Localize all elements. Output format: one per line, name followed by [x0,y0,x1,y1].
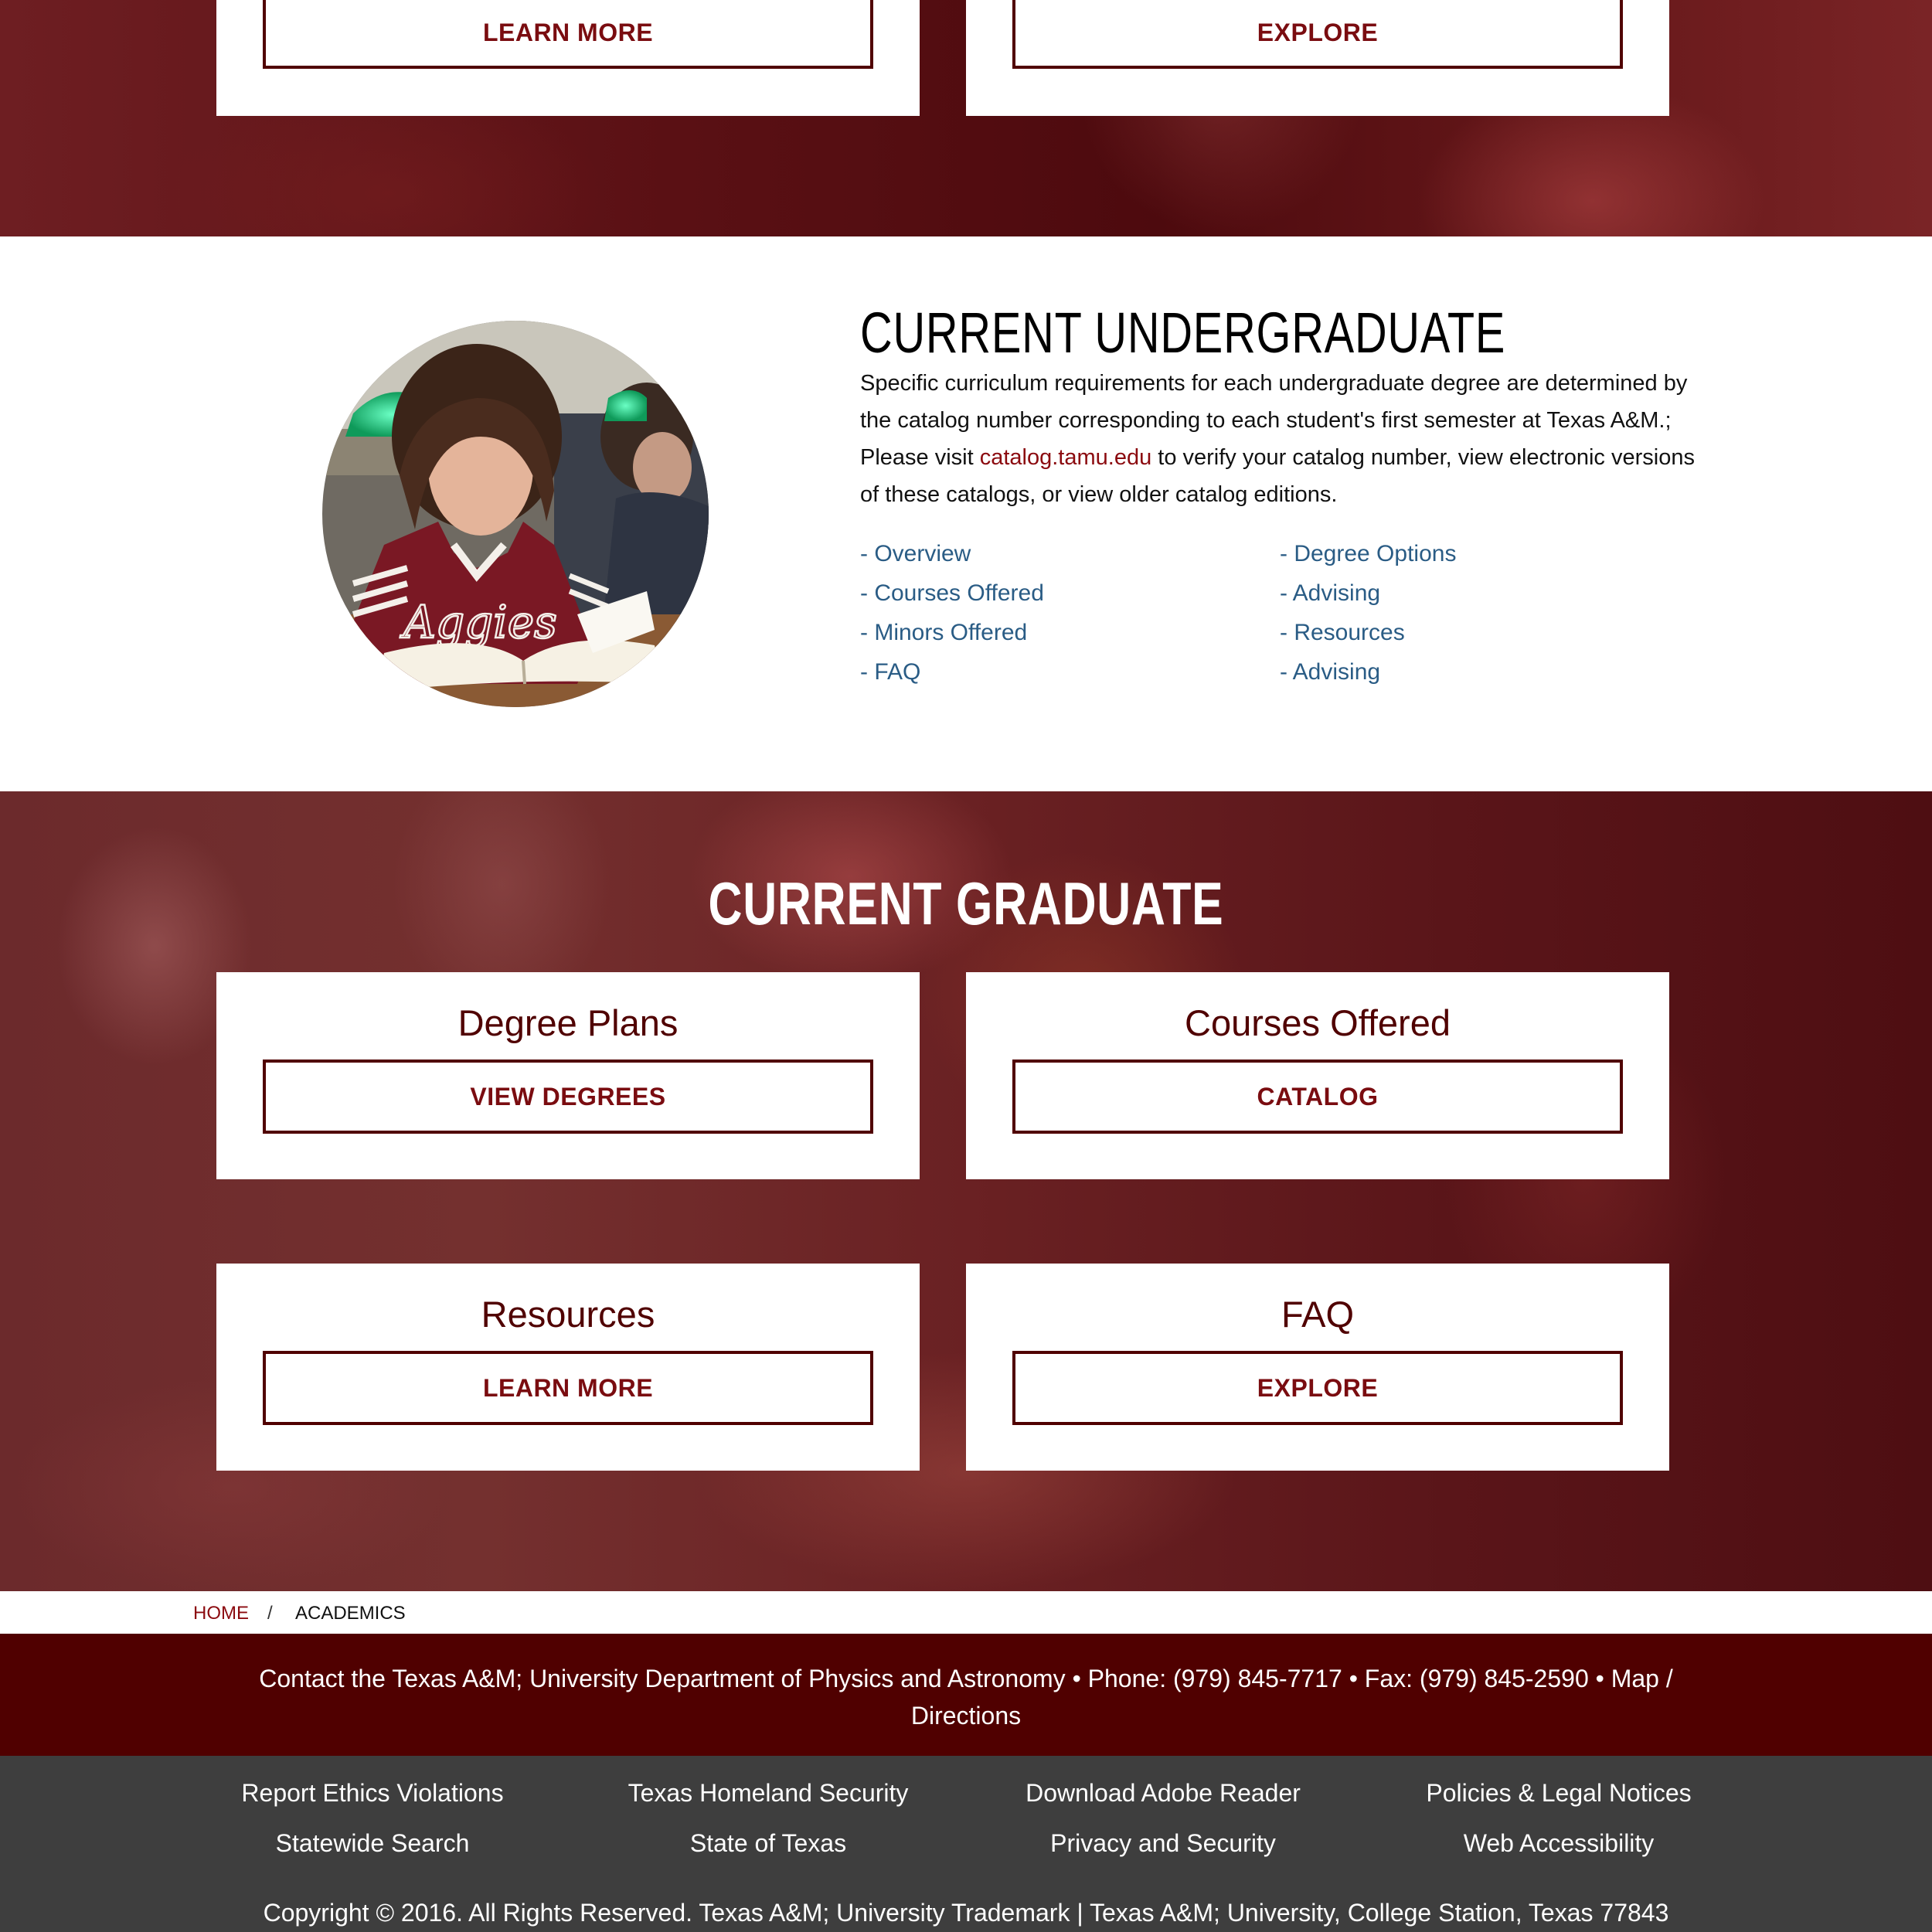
card-resources: Resources LEARN MORE [216,1264,920,1471]
site-footer: Report Ethics Violations Texas Homeland … [0,1756,1932,1932]
footer-link-ethics[interactable]: Report Ethics Violations [241,1779,503,1808]
undergraduate-heading: CURRENT UNDERGRADUATE [860,301,1506,365]
footer-link-adobe-reader[interactable]: Download Adobe Reader [1026,1779,1301,1808]
catalog-link[interactable]: catalog.tamu.edu [980,445,1151,470]
card-degree-plans: Degree Plans VIEW DEGREES [216,972,920,1179]
breadcrumb-home[interactable]: HOME [193,1603,249,1624]
shirt-lettering: Aggies [400,596,557,648]
link-courses-offered[interactable]: - Courses Offered [860,580,1044,607]
card-title-courses-offered: Courses Offered [1185,1002,1451,1043]
link-faq[interactable]: - FAQ [860,659,920,685]
graduate-heading: CURRENT GRADUATE [708,869,1224,937]
card-title-faq: FAQ [1281,1294,1355,1335]
breadcrumb-separator: / [267,1603,273,1624]
catalog-button[interactable]: CATALOG [1012,1060,1623,1134]
footer-link-privacy[interactable]: Privacy and Security [1050,1829,1276,1858]
card-courses-offered: Courses Offered CATALOG [966,972,1669,1179]
link-degree-options[interactable]: - Degree Options [1280,541,1456,567]
footer-link-accessibility[interactable]: Web Accessibility [1464,1829,1655,1858]
link-advising-2[interactable]: - Advising [1280,659,1380,685]
view-degrees-button[interactable]: VIEW DEGREES [263,1060,873,1134]
learn-more-button[interactable]: LEARN MORE [263,0,873,69]
student-reading-photo: Aggies [322,321,709,707]
current-undergraduate-section: Aggies CURRENT UNDERGRADUATE Specific cu… [0,236,1932,791]
link-overview[interactable]: - Overview [860,541,971,567]
breadcrumb: HOME / ACADEMICS [0,1591,1932,1634]
footer-link-policies[interactable]: Policies & Legal Notices [1426,1779,1691,1808]
card-title-resources: Resources [481,1294,655,1335]
copyright-text: Copyright © 2016. All Rights Reserved. T… [263,1899,1669,1927]
learn-more-button[interactable]: LEARN MORE [263,1351,873,1425]
explore-button[interactable]: EXPLORE [1012,1351,1623,1425]
top-banner-section: LEARN MORE EXPLORE [0,0,1932,236]
top-card-left: LEARN MORE [216,0,920,116]
undergraduate-description: Specific curriculum requirements for eac… [860,365,1718,513]
breadcrumb-current: ACADEMICS [295,1603,406,1624]
contact-bar: Contact the Texas A&M; University Depart… [0,1634,1932,1756]
card-title-degree-plans: Degree Plans [457,1002,679,1043]
top-card-right: EXPLORE [966,0,1669,116]
link-resources[interactable]: - Resources [1280,620,1405,646]
footer-link-state-of-texas[interactable]: State of Texas [690,1829,846,1858]
footer-link-homeland-security[interactable]: Texas Homeland Security [628,1779,909,1808]
link-minors-offered[interactable]: - Minors Offered [860,620,1027,646]
link-advising[interactable]: - Advising [1280,580,1380,607]
explore-button[interactable]: EXPLORE [1012,0,1623,69]
current-graduate-section: CURRENT GRADUATE Degree Plans VIEW DEGRE… [0,791,1932,1591]
card-faq: FAQ EXPLORE [966,1264,1669,1471]
footer-link-statewide-search[interactable]: Statewide Search [276,1829,470,1858]
